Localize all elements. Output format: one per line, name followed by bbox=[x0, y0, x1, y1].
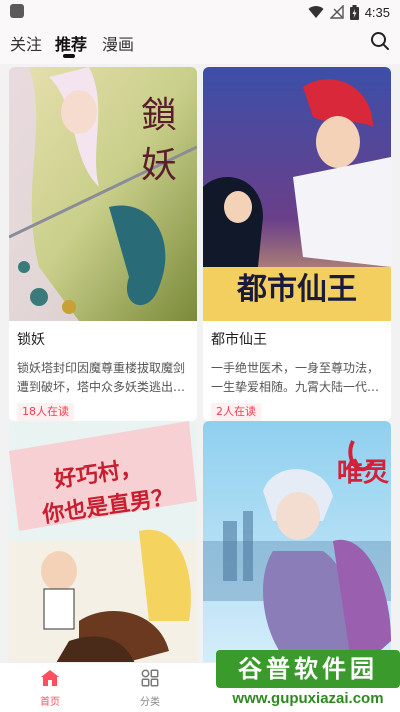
comic-info: 都市仙王 一手绝世医术，一身至尊功法，一生挚爱相随。九霄大陆一代… 2人在读 bbox=[203, 321, 391, 421]
cover-title-text: 都市仙王 bbox=[236, 272, 357, 307]
wifi-icon bbox=[308, 6, 324, 19]
bottom-nav-label: 分类 bbox=[140, 697, 160, 708]
active-tab-indicator bbox=[63, 54, 75, 58]
comic-cover[interactable]: 唯灵 bbox=[203, 421, 391, 662]
comic-cover[interactable]: 都市仙王 bbox=[203, 67, 391, 321]
tab-recommend[interactable]: 推荐 bbox=[55, 31, 87, 55]
signal-icon bbox=[329, 5, 344, 19]
status-time: 4:35 bbox=[364, 4, 390, 20]
comic-description: 锁妖塔封印因魔尊重楼拔取魔剑遭到破坏，塔中众多妖类逃出… bbox=[17, 361, 186, 394]
comic-title[interactable]: 都市仙王 bbox=[211, 331, 383, 349]
comic-card[interactable]: 鎖 妖 锁妖 锁妖塔封印因魔尊重楼拔取魔剑遭到破坏，塔中众多妖类逃出… 18人在… bbox=[9, 67, 197, 421]
comic-cover[interactable]: 好巧村， 你也是直男？ bbox=[9, 421, 197, 662]
battery-icon bbox=[349, 4, 359, 20]
comic-title[interactable]: 锁妖 bbox=[17, 331, 189, 349]
comic-description: 一手绝世医术，一身至尊功法，一生挚爱相随。九霄大陆一代… bbox=[211, 361, 380, 394]
watermark-title: 谷普软件园 bbox=[216, 650, 400, 688]
app-notification-icon bbox=[10, 4, 24, 18]
tab-follow[interactable]: 关注 bbox=[10, 31, 42, 55]
cover-title-text: 唯灵 bbox=[337, 458, 389, 488]
status-bar: 4:35 bbox=[0, 0, 400, 24]
top-tab-bar: 关注 推荐 漫画 bbox=[0, 24, 400, 64]
comic-card[interactable]: 好巧村， 你也是直男？ bbox=[9, 421, 197, 662]
status-indicators: 4:35 bbox=[308, 3, 390, 21]
tab-comics[interactable]: 漫画 bbox=[102, 31, 134, 55]
cover-title-text: 妖 bbox=[141, 145, 177, 186]
comic-cover[interactable]: 鎖 妖 bbox=[9, 67, 197, 321]
bottom-nav-home[interactable]: 首页 bbox=[20, 669, 80, 708]
site-watermark: 谷普软件园 www.gupuxiazai.com bbox=[216, 650, 400, 712]
comic-card[interactable]: 都市仙王 都市仙王 一手绝世医术，一身至尊功法，一生挚爱相随。九霄大陆一代… 2… bbox=[203, 67, 391, 421]
watermark-url: www.gupuxiazai.com bbox=[216, 688, 400, 710]
comic-grid: 鎖 妖 锁妖 锁妖塔封印因魔尊重楼拔取魔剑遭到破坏，塔中众多妖类逃出… 18人在… bbox=[0, 64, 400, 662]
home-icon bbox=[41, 670, 59, 686]
category-grid-icon bbox=[141, 669, 159, 687]
comic-card[interactable]: 唯灵 bbox=[203, 421, 391, 662]
comic-info: 锁妖 锁妖塔封印因魔尊重楼拔取魔剑遭到破坏，塔中众多妖类逃出… 18人在读 bbox=[9, 321, 197, 421]
bottom-nav-category[interactable]: 分类 bbox=[120, 669, 180, 708]
cover-title-text: 鎖 bbox=[141, 95, 177, 136]
readers-badge: 2人在读 bbox=[211, 403, 261, 421]
readers-badge: 18人在读 bbox=[17, 403, 74, 421]
bottom-nav-label: 首页 bbox=[40, 697, 60, 708]
search-icon[interactable] bbox=[368, 29, 392, 53]
